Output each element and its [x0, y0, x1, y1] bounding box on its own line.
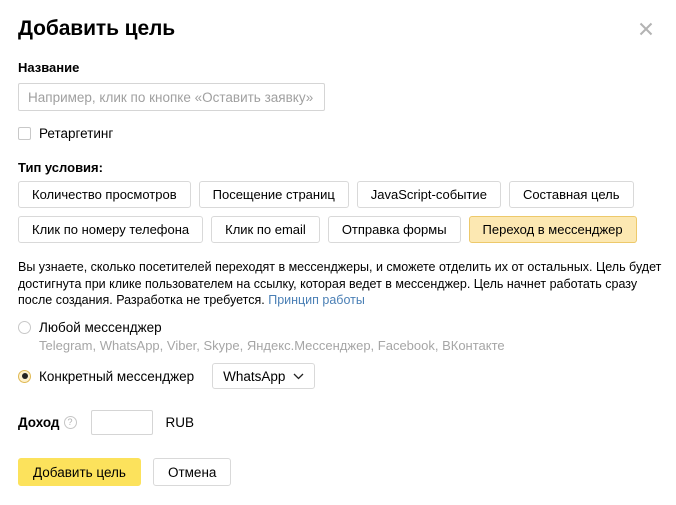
messenger-list: Telegram, WhatsApp, Viber, Skype, Яндекс… [39, 338, 505, 353]
condition-tab-composite-goal[interactable]: Составная цель [508, 181, 634, 208]
retargeting-checkbox[interactable]: Ретаргетинг [18, 126, 113, 141]
chevron-down-icon [293, 373, 304, 379]
condition-type-row-1: Количество просмотров Посещение страниц … [18, 181, 634, 208]
radio-specific-messenger-label: Конкретный мессенджер [39, 368, 195, 384]
close-icon[interactable] [635, 18, 657, 40]
radio-specific-messenger[interactable]: Конкретный мессенджер WhatsApp [18, 363, 316, 389]
checkbox-box-icon [18, 127, 31, 140]
radio-any-messenger-label: Любой мессенджер [39, 320, 162, 335]
retargeting-label: Ретаргетинг [39, 126, 114, 141]
radio-circle-selected-icon [18, 369, 31, 383]
radio-circle-icon [18, 321, 31, 334]
condition-tab-page-visit[interactable]: Посещение страниц [198, 181, 349, 208]
currency-label: RUB [165, 415, 195, 430]
condition-tab-email-click[interactable]: Клик по email [211, 216, 320, 243]
condition-description: Вы узнаете, сколько посетителей переходя… [18, 259, 666, 309]
goal-name-input[interactable] [18, 83, 325, 111]
condition-tab-view-count[interactable]: Количество просмотров [18, 181, 191, 208]
income-row: Доход ? RUB [18, 410, 194, 435]
condition-tab-phone-click[interactable]: Клик по номеру телефона [18, 216, 204, 243]
condition-tab-form-submit[interactable]: Отправка формы [327, 216, 461, 243]
condition-type-row-2: Клик по номеру телефона Клик по email От… [18, 216, 637, 243]
condition-tab-messenger[interactable]: Переход в мессенджер [468, 216, 637, 243]
income-input[interactable] [90, 410, 153, 435]
radio-any-messenger[interactable]: Любой мессенджер [18, 320, 162, 335]
condition-tab-js-event[interactable]: JavaScript-событие [356, 181, 501, 208]
footer-actions: Добавить цель Отмена [18, 458, 232, 486]
how-it-works-link[interactable]: Принцип работы [268, 293, 365, 307]
cancel-button[interactable]: Отмена [152, 458, 232, 486]
add-goal-button[interactable]: Добавить цель [18, 458, 141, 486]
page-title: Добавить цель [18, 17, 176, 40]
messenger-select[interactable]: WhatsApp [212, 363, 316, 389]
income-label: Доход [18, 415, 60, 430]
messenger-select-value: WhatsApp [223, 368, 286, 384]
question-mark-icon[interactable]: ? [63, 416, 77, 429]
condition-type-label: Тип условия: [18, 160, 103, 175]
add-goal-dialog: Добавить цель Название Ретаргетинг Тип у… [0, 0, 676, 505]
name-label: Название [18, 60, 80, 75]
